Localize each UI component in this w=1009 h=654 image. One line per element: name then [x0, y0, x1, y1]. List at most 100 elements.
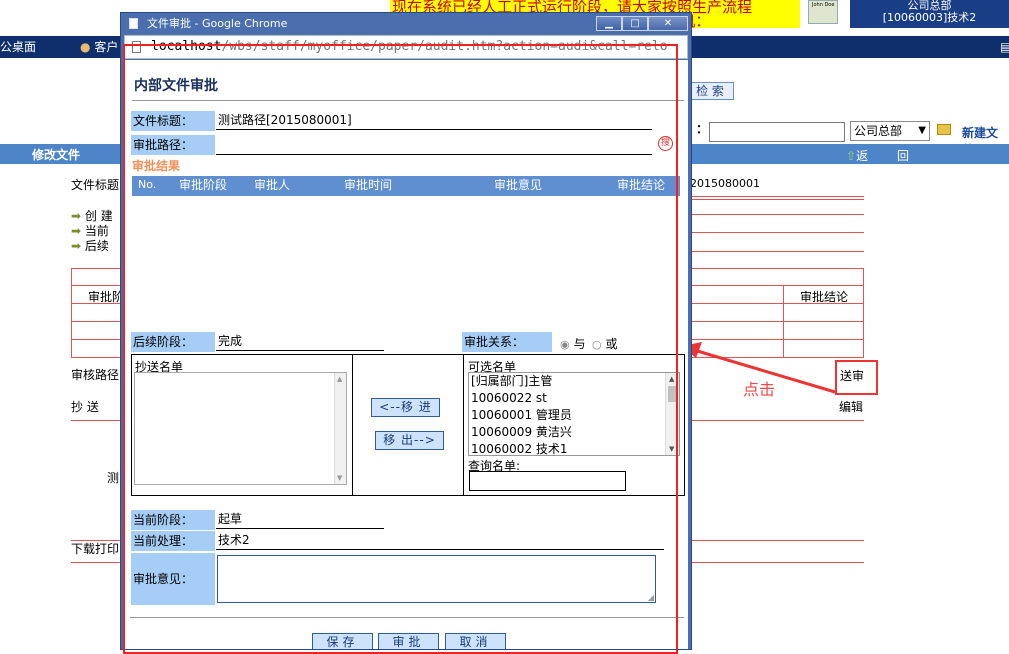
divider	[132, 100, 684, 101]
bg-doc-title-label: 文件标题	[71, 178, 120, 192]
opinion-label: 审批意见：	[131, 553, 215, 605]
bg-doc-number: 2015080001	[690, 177, 760, 190]
list-item[interactable]: 10060002 技术1	[471, 441, 572, 455]
save-button[interactable]: 保存	[312, 633, 373, 649]
back-label: 返	[856, 149, 869, 163]
scroll-up-icon: ▲	[669, 375, 675, 383]
company-select-value: 公司总部	[854, 124, 903, 138]
current-handler-label: 当前处理：	[131, 531, 215, 551]
relation-or-option[interactable]: ○ 或	[592, 335, 617, 352]
path-field[interactable]	[216, 135, 652, 155]
radio-checked-icon: ◉	[560, 338, 570, 351]
bg-next-item: ➡ 后续	[71, 237, 109, 254]
search-input[interactable]	[709, 122, 845, 142]
cc-panel: 抄送名单 ▲ ▼ <--移 进 移 出--> 可选名单 [归属部门]主管 1006…	[131, 354, 685, 496]
divider	[463, 355, 464, 495]
window-title: 文件审批 - Google Chrome	[147, 17, 288, 30]
user-name: [10060003]技术2	[882, 11, 977, 24]
window-titlebar[interactable]: 文件审批 - Google Chrome ▁ □ ✕	[121, 13, 691, 35]
search-path-icon[interactable]: 搜	[658, 136, 673, 151]
scroll-down-icon: ▼	[669, 445, 675, 453]
avatar: John Doe	[808, 0, 838, 24]
move-out-button[interactable]: 移 出-->	[375, 431, 444, 450]
edit-file-tab[interactable]: 修改文件	[32, 146, 80, 163]
path-label: 审批路径：	[131, 135, 215, 155]
arrow-icon: ➡	[71, 224, 82, 238]
cc-list[interactable]: ▲ ▼	[134, 372, 347, 485]
col-no: No.	[138, 178, 157, 191]
list-item[interactable]: [归属部门]主管	[471, 373, 572, 390]
scroll-thumb[interactable]	[668, 386, 677, 402]
nav-customer[interactable]: ● 客户	[80, 36, 118, 58]
current-handler-value: 技术2	[216, 531, 664, 550]
bg-download-print[interactable]: 下载打印	[71, 540, 119, 557]
available-items: [归属部门]主管 10060022 st 10060001 管理员 100600…	[471, 373, 572, 455]
form-heading: 内部文件审批	[134, 78, 218, 94]
bg-test-label: 测	[107, 471, 120, 485]
current-stage-value: 起草	[216, 510, 384, 529]
up-arrow-icon: ⇧	[846, 149, 857, 163]
bg-col-stage: 审批阶	[88, 290, 125, 304]
scrollbar[interactable]: ▲ ▼	[665, 373, 679, 455]
relation-or-label: 或	[605, 337, 618, 351]
company-select[interactable]: 公司总部 ▼	[850, 121, 930, 141]
url-text: localhost/wbs/staff/myoffice/paper/audit…	[151, 39, 687, 54]
page-icon	[132, 41, 141, 53]
list-item[interactable]: 10060001 管理员	[471, 407, 572, 424]
move-in-button[interactable]: <--移 进	[371, 398, 440, 417]
edit-link[interactable]: 编辑	[839, 398, 863, 415]
chrome-popup-window: 文件审批 - Google Chrome ▁ □ ✕ localhost/wbs…	[120, 12, 692, 650]
nav-desktop[interactable]: 公桌面	[0, 36, 36, 58]
maximize-button[interactable]: □	[622, 16, 648, 31]
available-list[interactable]: [归属部门]主管 10060022 st 10060001 管理员 100600…	[468, 372, 680, 456]
back-link-2[interactable]: 回	[897, 147, 909, 164]
relation-and-label: 与	[573, 337, 586, 351]
divider	[688, 251, 864, 252]
query-input[interactable]	[469, 471, 626, 491]
folder-icon	[937, 124, 951, 135]
next-stage-label: 后续阶段：	[131, 332, 215, 352]
col-approver: 审批人	[254, 178, 291, 192]
url-path: /wbs/staff/myoffice/paper/audit.htm?acti…	[221, 39, 668, 54]
arrow-icon: ➡	[71, 239, 82, 253]
col-result: 审批结论	[617, 178, 666, 192]
chevron-down-icon: ▼	[918, 125, 926, 136]
back-link[interactable]: ⇧返	[846, 147, 868, 164]
approve-button[interactable]: 审批	[378, 633, 439, 649]
menu-icon[interactable]: ▤	[1000, 36, 1009, 58]
minimize-button[interactable]: ▁	[596, 16, 622, 31]
annotation-arrow	[682, 342, 836, 394]
avatar-name: John Doe	[812, 2, 835, 8]
cancel-button[interactable]: 取消	[445, 633, 506, 649]
address-bar[interactable]: localhost/wbs/staff/myoffice/paper/audit…	[124, 35, 688, 59]
send-review-button[interactable]: 送审	[835, 360, 878, 395]
col-stage: 审批阶段	[179, 178, 228, 192]
relation-label: 审批关系：	[462, 332, 552, 352]
url-host: localhost	[151, 39, 222, 54]
nav-customer-label: 客户	[94, 40, 119, 54]
current-stage-label: 当前阶段：	[131, 510, 215, 530]
list-item[interactable]: 10060022 st	[471, 390, 572, 407]
divider	[130, 617, 684, 618]
relation-and-option[interactable]: ◉ 与	[560, 335, 585, 352]
col-opinion: 审批意见	[494, 178, 543, 192]
user-info: 公司总部 [10060003]技术2	[850, 0, 1009, 28]
customer-icon: ●	[80, 40, 91, 54]
scrollbar[interactable]: ▲ ▼	[334, 373, 346, 484]
document-icon	[129, 18, 138, 29]
bg-cc-label: 抄 送	[71, 400, 99, 414]
list-item[interactable]: 10060009 黄洁兴	[471, 424, 572, 441]
scroll-down-icon: ▼	[337, 474, 343, 482]
resize-handle-icon[interactable]: ◢	[648, 593, 654, 602]
popup-content: 内部文件审批 文件标题： 测试路径[2015080001] 审批路径： 搜 审批…	[124, 60, 688, 649]
opinion-textarea[interactable]: ◢	[217, 555, 656, 603]
doc-title-label: 文件标题：	[131, 111, 215, 131]
next-stage-value: 完成	[216, 332, 384, 351]
results-header-row: No. 审批阶段 审批人 审批时间 审批意见 审批结论	[132, 176, 680, 196]
search-button[interactable]: 检 索	[686, 82, 734, 100]
radio-icon: ○	[592, 338, 602, 351]
close-button[interactable]: ✕	[648, 16, 688, 31]
doc-title-value: 测试路径[2015080001]	[216, 111, 652, 130]
divider	[688, 232, 864, 233]
results-heading: 审批结果	[132, 159, 181, 173]
